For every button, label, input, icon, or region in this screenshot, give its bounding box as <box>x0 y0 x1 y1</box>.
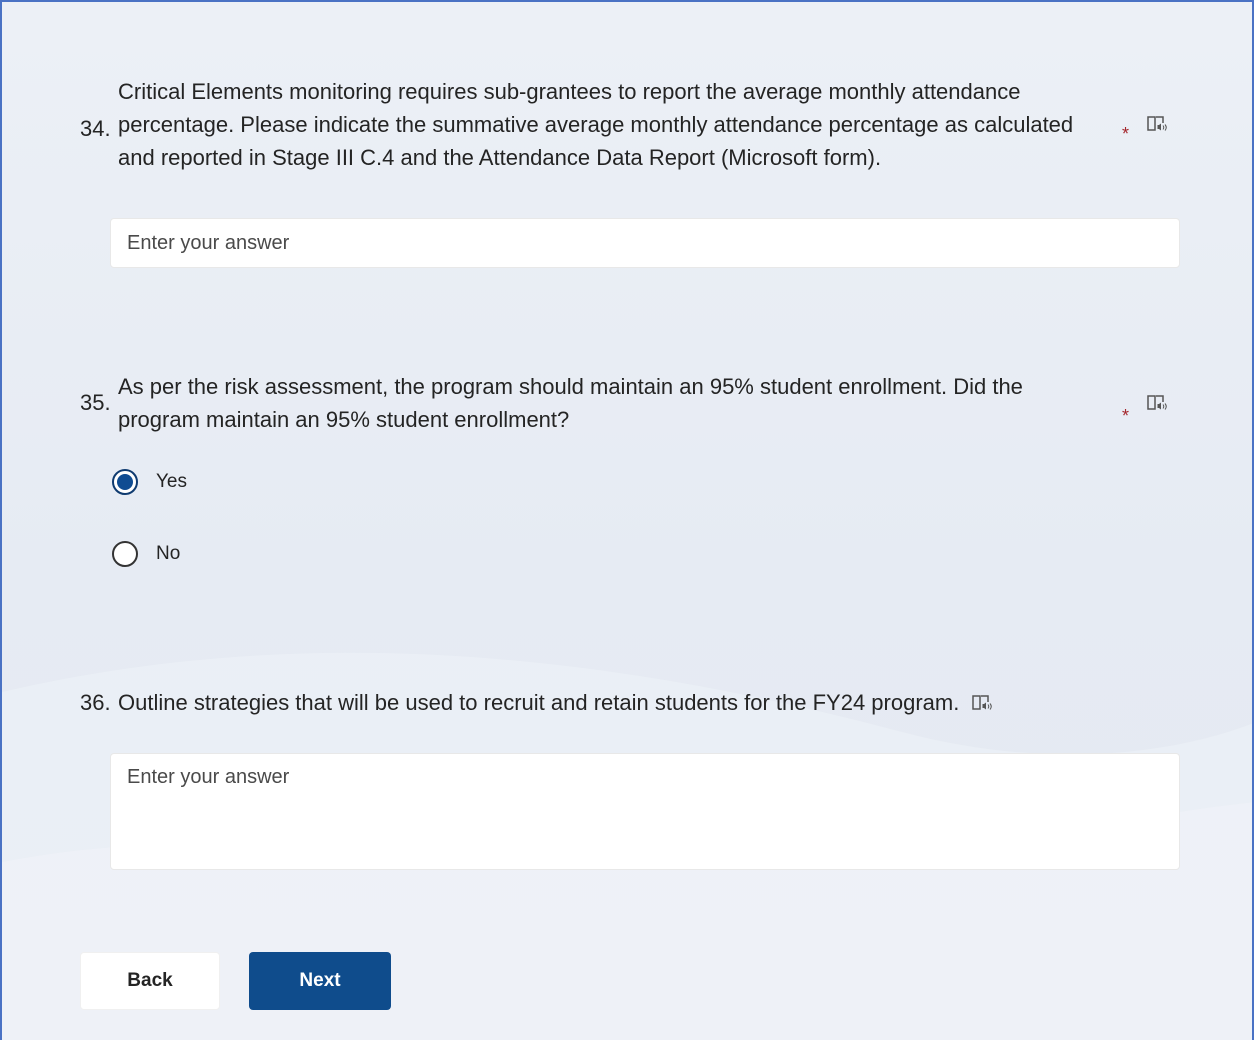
required-asterisk: * <box>1122 406 1130 426</box>
question-text: Outline strategies that will be used to … <box>118 690 960 715</box>
question-34-header: 34. Critical Elements monitoring require… <box>80 58 1180 190</box>
answer-textarea-36[interactable] <box>110 753 1180 870</box>
radio-option-yes[interactable]: Yes <box>112 469 187 495</box>
form-page: 34. Critical Elements monitoring require… <box>0 0 1254 1040</box>
radio-label-yes: Yes <box>156 471 187 492</box>
question-number: 36. <box>80 690 111 715</box>
radio-label-no: No <box>156 543 181 564</box>
immersive-reader-icon[interactable] <box>1146 115 1168 133</box>
required-asterisk: * <box>1122 124 1130 144</box>
question-36-header: 36. Outline strategies that will be used… <box>80 686 1180 720</box>
back-button[interactable]: Back <box>80 952 220 1010</box>
question-35-header: 35. As per the risk assessment, the prog… <box>80 370 1180 436</box>
question-number: 34. <box>80 116 111 141</box>
radio-button-checked[interactable] <box>112 469 138 495</box>
immersive-reader-icon[interactable] <box>971 694 993 712</box>
question-35: 35. As per the risk assessment, the prog… <box>80 370 1180 436</box>
question-34: 34. Critical Elements monitoring require… <box>80 58 1180 268</box>
question-number: 35. <box>80 390 111 415</box>
radio-option-no[interactable]: No <box>112 541 180 567</box>
immersive-reader-icon[interactable] <box>1146 394 1168 412</box>
answer-input-34[interactable] <box>110 218 1180 268</box>
radio-button-unchecked[interactable] <box>112 541 138 567</box>
question-36: 36. Outline strategies that will be used… <box>80 686 1180 870</box>
next-button[interactable]: Next <box>249 952 391 1010</box>
question-text: As per the risk assessment, the program … <box>118 374 1023 432</box>
question-text: Critical Elements monitoring requires su… <box>118 78 1074 170</box>
